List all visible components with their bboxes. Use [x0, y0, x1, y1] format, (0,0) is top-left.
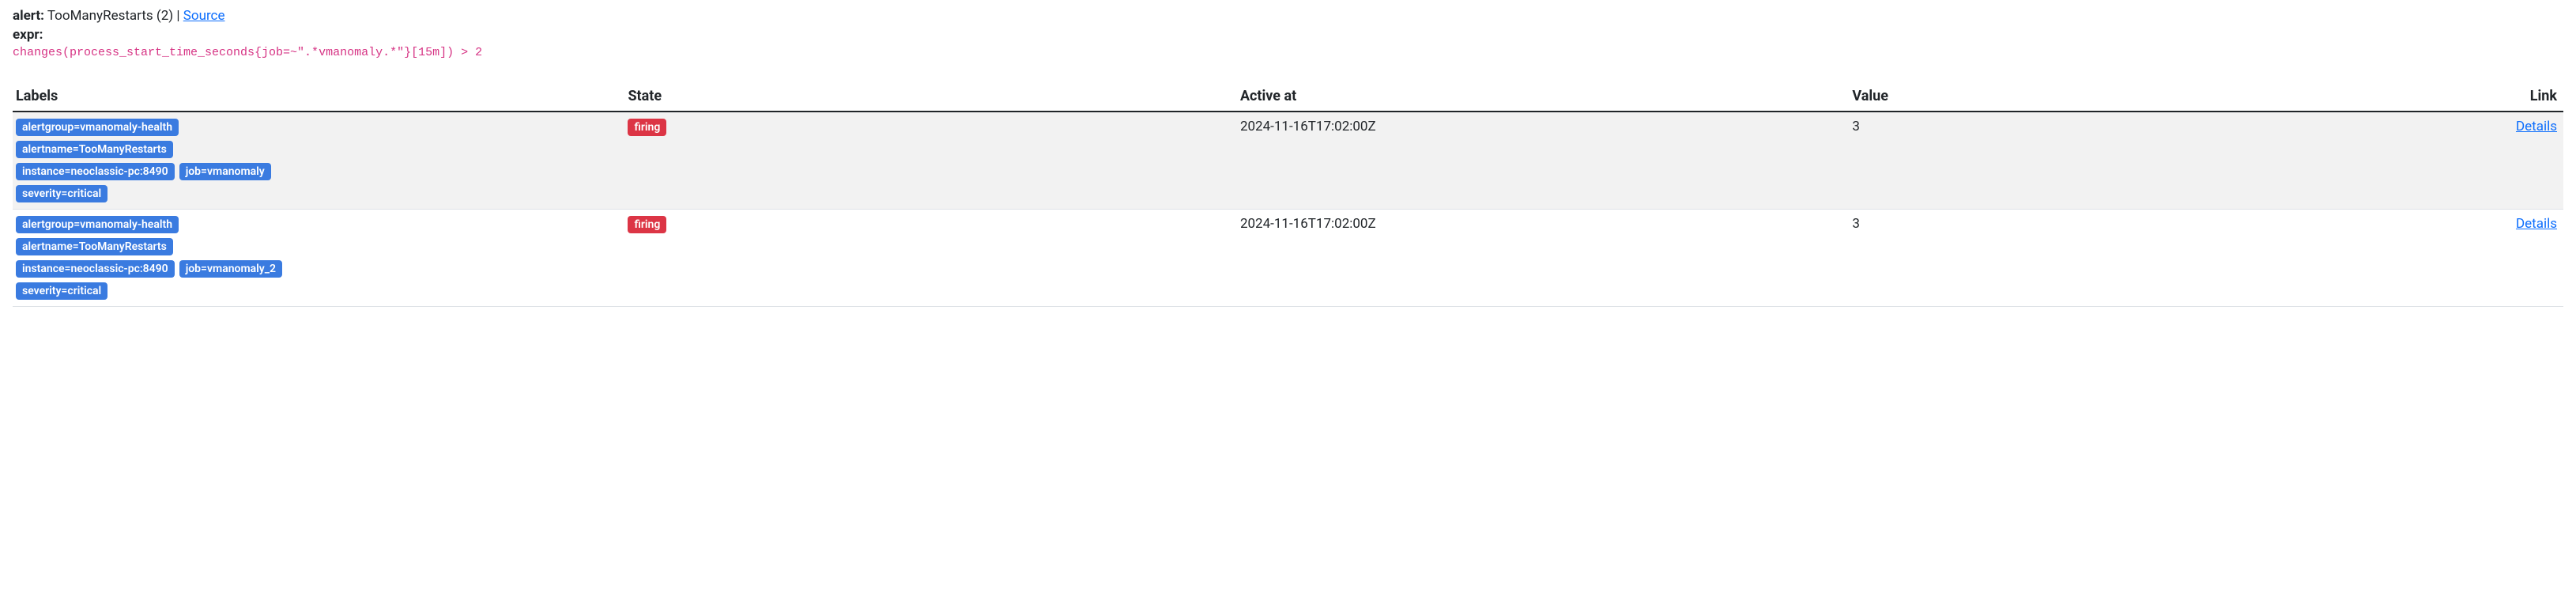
link-cell: Details	[2385, 210, 2563, 307]
label-badge: instance=neoclassic-pc:8490	[16, 163, 175, 180]
label-badge: instance=neoclassic-pc:8490	[16, 260, 175, 278]
active-at-cell: 2024-11-16T17:02:00Z	[1237, 112, 1849, 210]
alert-header: alert: TooManyRestarts (2) | Source	[13, 8, 2563, 24]
label-badge: severity=critical	[16, 282, 107, 300]
state-badge: firing	[628, 119, 666, 136]
expr-label: expr:	[13, 27, 43, 43]
header-state: State	[624, 81, 1236, 112]
source-link[interactable]: Source	[183, 8, 225, 24]
separator: |	[176, 8, 179, 24]
labels-cell: alertgroup=vmanomaly-health alertname=Too…	[13, 210, 624, 307]
details-link[interactable]: Details	[2516, 119, 2557, 134]
label-badge: alertname=TooManyRestarts	[16, 238, 173, 255]
alert-name: TooManyRestarts (2)	[47, 8, 173, 24]
label-badge: job=vmanomaly	[179, 163, 271, 180]
state-badge: firing	[628, 216, 666, 233]
value-cell: 3	[1849, 112, 2385, 210]
header-labels: Labels	[13, 81, 624, 112]
label-badge: severity=critical	[16, 185, 107, 202]
label-badge: alertgroup=vmanomaly-health	[16, 216, 179, 233]
table-row: alertgroup=vmanomaly-health alertname=Too…	[13, 112, 2563, 210]
table-row: alertgroup=vmanomaly-health alertname=Too…	[13, 210, 2563, 307]
value-cell: 3	[1849, 210, 2385, 307]
alerts-table: Labels State Active at Value Link alertg…	[13, 81, 2563, 307]
link-cell: Details	[2385, 112, 2563, 210]
header-value: Value	[1849, 81, 2385, 112]
active-at-cell: 2024-11-16T17:02:00Z	[1237, 210, 1849, 307]
label-badge: alertgroup=vmanomaly-health	[16, 119, 179, 136]
label-badge: alertname=TooManyRestarts	[16, 141, 173, 158]
expr-value: changes(process_start_time_seconds{job=~…	[13, 46, 2563, 59]
details-link[interactable]: Details	[2516, 216, 2557, 232]
alert-label: alert:	[13, 8, 44, 24]
state-cell: firing	[624, 112, 1236, 210]
label-badge: job=vmanomaly_2	[179, 260, 282, 278]
labels-cell: alertgroup=vmanomaly-health alertname=Too…	[13, 112, 624, 210]
state-cell: firing	[624, 210, 1236, 307]
expr-header: expr:	[13, 27, 2563, 43]
header-active-at: Active at	[1237, 81, 1849, 112]
header-link: Link	[2385, 81, 2563, 112]
